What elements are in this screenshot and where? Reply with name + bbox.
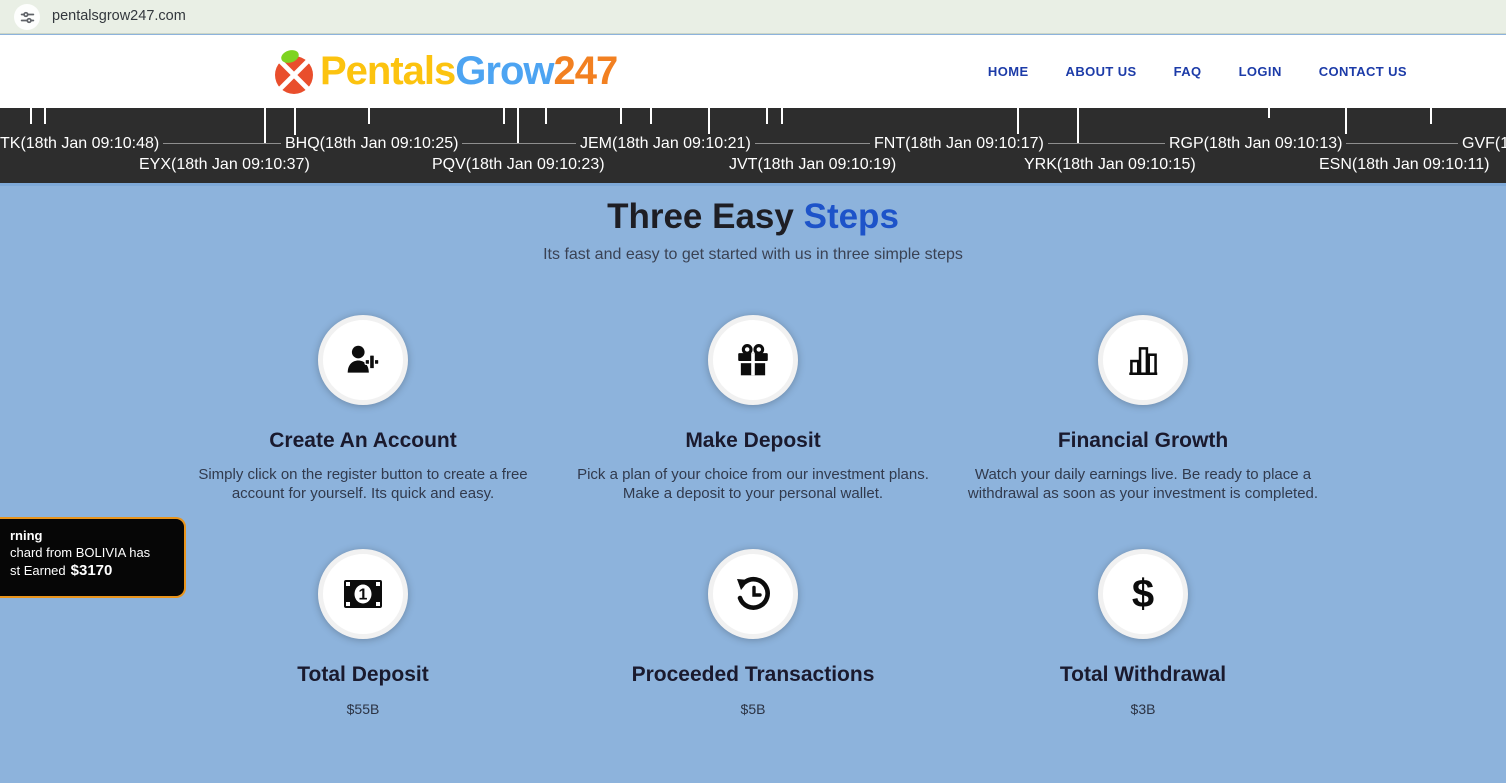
earned-amount: $3170	[70, 562, 113, 579]
ticker-tick-mark	[781, 108, 783, 124]
ticker-tick-mark	[650, 108, 652, 124]
site-logo[interactable]: PentalsGrow247	[270, 48, 618, 96]
ticker-label: ESN(18th Jan 09:10:11)	[1319, 156, 1490, 173]
tune-icon	[20, 11, 34, 23]
bar-chart-icon	[1129, 347, 1158, 375]
card-title: Create An Account	[269, 429, 457, 452]
ticker-label: RGP(18th Jan 09:10:13)	[1165, 135, 1347, 153]
ticker-label: EYX(18th Jan 09:10:37)	[139, 156, 310, 173]
stat-value: $5B	[740, 701, 766, 717]
nav-faq[interactable]: FAQ	[1174, 64, 1202, 79]
site-settings-button[interactable]	[14, 4, 40, 30]
card-financial-growth: Financial Growth Watch your daily earnin…	[948, 315, 1338, 503]
ticker-label: BHQ(18th Jan 09:10:25)	[281, 135, 463, 153]
ticker-tick-mark	[545, 108, 547, 124]
nav-home[interactable]: HOME	[988, 64, 1029, 79]
nav-login[interactable]: LOGIN	[1239, 64, 1282, 79]
card-create-account: Create An Account Simply click on the re…	[168, 315, 558, 503]
ticker-label: JEM(18th Jan 09:10:21)	[576, 135, 755, 153]
ticker-tick-mark	[44, 108, 46, 124]
stats-cards-row: 1 Total Deposit $55B Proceeded Transacti…	[168, 549, 1338, 717]
user-plus-icon	[347, 345, 380, 373]
notification-text: chard from BOLIVIA has	[10, 545, 151, 560]
nav-about-us[interactable]: ABOUT US	[1066, 64, 1137, 79]
ticker-tick-mark	[264, 108, 266, 144]
icon-circle: 1	[318, 549, 408, 639]
three-easy-steps-section: Three Easy Steps Its fast and easy to ge…	[0, 183, 1506, 783]
section-subtitle: Its fast and easy to get started with us…	[543, 246, 963, 263]
stat-total-deposit: 1 Total Deposit $55B	[168, 549, 558, 717]
ticker-tick-mark	[766, 108, 768, 124]
ticker-tick-mark	[1430, 108, 1432, 124]
gift-icon	[738, 344, 768, 376]
card-title: Make Deposit	[685, 429, 821, 452]
card-title: Financial Growth	[1057, 429, 1229, 452]
section-title-accent: Steps	[803, 197, 899, 236]
icon-circle: $	[1098, 549, 1188, 639]
browser-address-bar: pentalsgrow247.com	[0, 0, 1506, 34]
ticker-tick-mark	[1268, 108, 1270, 118]
ticker-tick-mark	[1345, 108, 1347, 134]
history-icon	[737, 576, 770, 610]
stat-value: $3B	[1130, 701, 1156, 717]
section-title: Three Easy Steps	[607, 197, 899, 236]
ticker-tick-mark	[503, 108, 505, 124]
ticker-tick-mark	[708, 108, 710, 134]
svg-text:1: 1	[359, 587, 368, 604]
stat-value: $55B	[346, 701, 380, 717]
notification-title: rning	[10, 528, 43, 543]
earning-notification-popup[interactable]: rning chard from BOLIVIA has st Earned $3…	[0, 517, 186, 598]
stat-total-withdrawal: $ Total Withdrawal $3B	[948, 549, 1338, 717]
ticker-tick-mark	[368, 108, 370, 124]
stat-proceeded-transactions: Proceeded Transactions $5B	[558, 549, 948, 717]
card-make-deposit: Make Deposit Pick a plan of your choice …	[558, 315, 948, 503]
ticker-label: FNT(18th Jan 09:10:17)	[870, 135, 1048, 153]
stat-title: Total Withdrawal	[1059, 663, 1227, 686]
card-desc: Simply click on the register button to c…	[198, 466, 528, 502]
dollar-icon: $	[1131, 572, 1155, 616]
ticker-tick-mark	[1017, 108, 1019, 134]
logo-text: PentalsGrow247	[320, 49, 618, 93]
ticker-label: YRK(18th Jan 09:10:15)	[1024, 156, 1196, 173]
icon-circle	[318, 315, 408, 405]
stat-title: Proceeded Transactions	[631, 663, 875, 686]
ticker-tick-mark	[30, 108, 32, 124]
main-nav: HOME ABOUT US FAQ LOGIN CONTACT US	[988, 64, 1407, 79]
steps-cards-row: Create An Account Simply click on the re…	[168, 315, 1338, 503]
site-header: PentalsGrow247 HOME ABOUT US FAQ LOGIN C…	[0, 35, 1506, 108]
ticker-label: TK(18th Jan 09:10:48)	[0, 135, 164, 153]
icon-circle	[708, 549, 798, 639]
icon-circle	[1098, 315, 1188, 405]
stat-title: Total Deposit	[297, 663, 429, 686]
trade-ticker: TK(18th Jan 09:10:48) BHQ(18th Jan 09:10…	[0, 108, 1506, 183]
ticker-tick-mark	[620, 108, 622, 124]
ticker-label: JVT(18th Jan 09:10:19)	[729, 156, 897, 173]
logo-icon	[275, 49, 313, 94]
ticker-tick-mark	[517, 108, 519, 144]
card-desc: Watch your daily earnings live. Be ready…	[967, 466, 1319, 502]
notification-earned-line: st Earned $3170	[10, 562, 113, 579]
card-desc: Pick a plan of your choice from our inve…	[577, 466, 929, 502]
ticker-tick-mark	[1077, 108, 1079, 144]
url-input[interactable]: pentalsgrow247.com	[52, 8, 186, 24]
nav-contact-us[interactable]: CONTACT US	[1319, 64, 1407, 79]
ticker-label: PQV(18th Jan 09:10:23)	[432, 156, 605, 173]
money-bill-icon: 1	[344, 580, 382, 608]
ticker-label: GVF(1	[1458, 135, 1506, 153]
icon-circle	[708, 315, 798, 405]
